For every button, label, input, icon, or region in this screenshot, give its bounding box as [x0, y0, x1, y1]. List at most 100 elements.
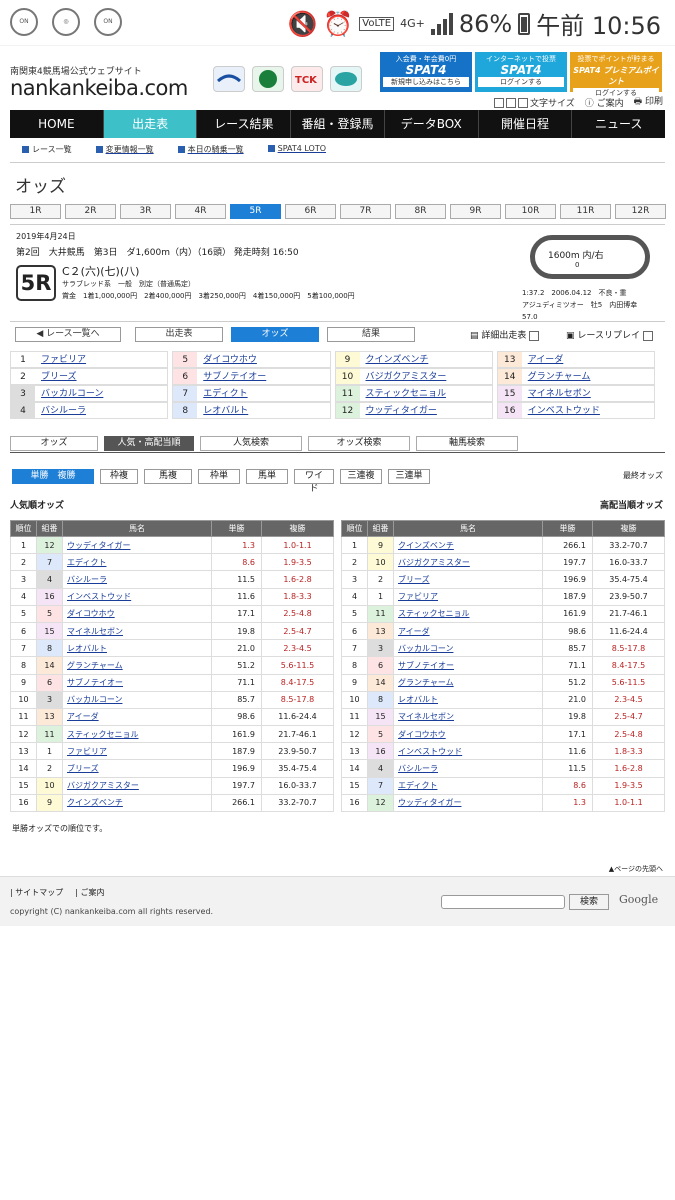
horse-name-link[interactable]: レオバルト [62, 639, 212, 658]
race-tab-11[interactable]: 11R [560, 204, 611, 219]
race-tab-8[interactable]: 8R [395, 204, 446, 219]
bet-tab-wide[interactable]: ワイド [294, 469, 334, 494]
race-tab-12[interactable]: 12R [615, 204, 666, 219]
horse-name-link[interactable]: ブリーズ [35, 369, 77, 384]
guide-link[interactable]: ⓘ ご案内 [585, 96, 624, 109]
tab-odds-search[interactable]: オッズ検索 [308, 436, 410, 451]
horse-name-link[interactable]: ウッディタイガー [360, 403, 437, 418]
font-large-icon[interactable] [517, 98, 528, 108]
horse-name-link[interactable]: ダイコウホウ [393, 725, 543, 744]
race-tab-5[interactable]: 5R [230, 204, 281, 219]
horse-name-link[interactable]: バシルーラ [393, 759, 543, 778]
horse-name-link[interactable]: バジガクアミスター [393, 553, 543, 572]
font-size-control[interactable]: 文字サイズ [493, 96, 575, 109]
odds-button[interactable]: オッズ [231, 327, 319, 342]
urawa-emblem-icon[interactable] [213, 66, 245, 92]
print-link[interactable]: 🖶 印刷 [634, 94, 663, 110]
horse-name-link[interactable]: クインズベンチ [360, 352, 429, 367]
result-button[interactable]: 結果 [327, 327, 415, 342]
bet-tab-exacta[interactable]: 馬単 [246, 469, 288, 484]
horse-name-link[interactable]: インベストウッド [62, 587, 212, 606]
bet-tab-bracket-exacta[interactable]: 枠単 [198, 469, 240, 484]
horse-name-link[interactable]: グランチャーム [62, 656, 212, 675]
horse-name-link[interactable]: ウッディタイガー [62, 535, 212, 555]
race-tab-1[interactable]: 1R [10, 204, 61, 219]
race-tab-4[interactable]: 4R [175, 204, 226, 219]
tab-popularity[interactable]: 人気・高配当順 [104, 436, 194, 451]
subnav-changes[interactable]: 変更情報一覧 [95, 144, 154, 155]
horse-name-link[interactable]: インベストウッド [522, 403, 600, 418]
horse-name-link[interactable]: ブリーズ [393, 570, 543, 589]
race-card-button[interactable]: 出走表 [135, 327, 223, 342]
horse-name-link[interactable]: アイーダ [522, 352, 564, 367]
horse-name-link[interactable]: エディクト [393, 776, 543, 795]
nav-databox[interactable]: データBOX [385, 110, 479, 138]
race-tab-3[interactable]: 3R [120, 204, 171, 219]
subnav-race-list[interactable]: レース一覧 [22, 144, 72, 155]
horse-name-link[interactable]: ファビリア [35, 352, 86, 367]
subnav-loto[interactable]: SPAT4 LOTO [267, 144, 326, 155]
horse-name-link[interactable]: スティックセニョル [393, 604, 543, 623]
nav-home[interactable]: HOME [10, 110, 104, 138]
horse-name-link[interactable]: スティックセニョル [62, 725, 212, 744]
bet-tab-bracket-quinella[interactable]: 枠複 [100, 469, 138, 484]
tck-emblem-icon[interactable]: TCK [291, 66, 323, 92]
horse-name-link[interactable]: グランチャーム [522, 369, 591, 384]
horse-name-link[interactable]: クインズベンチ [62, 793, 212, 813]
bet-tab-quinella[interactable]: 馬複 [144, 469, 192, 484]
nav-race-card[interactable]: 出走表 [103, 110, 198, 138]
kawasaki-emblem-icon[interactable] [330, 66, 362, 92]
horse-name-link[interactable]: マイネルセボン [62, 621, 212, 641]
tab-popularity-search[interactable]: 人気検索 [200, 436, 302, 451]
font-medium-icon[interactable] [505, 98, 516, 108]
page-top-link[interactable]: ▲ページの先頭へ [609, 864, 663, 874]
horse-name-link[interactable]: エディクト [197, 386, 247, 401]
horse-name-link[interactable]: マイネルセボン [393, 707, 543, 727]
horse-name-link[interactable]: ファビリア [393, 587, 543, 606]
spat4-login-banner[interactable]: インターネットで投票 SPAT4 ログインする [475, 52, 567, 92]
site-search-button[interactable]: 検索 [569, 894, 609, 910]
horse-name-link[interactable]: レオバルト [393, 690, 543, 709]
horse-name-link[interactable]: マイネルセボン [522, 386, 591, 401]
font-small-icon[interactable] [493, 98, 504, 108]
horse-name-link[interactable]: グランチャーム [393, 673, 543, 692]
horse-name-link[interactable]: バッカルコーン [35, 386, 103, 401]
bet-tab-trifecta[interactable]: 三連単 [388, 469, 430, 484]
horse-name-link[interactable]: バシルーラ [35, 403, 86, 418]
horse-name-link[interactable]: アイーダ [62, 707, 212, 727]
footer-sitemap-link[interactable]: | サイトマップ [10, 887, 63, 898]
bet-tab-win-place[interactable]: 単勝 複勝 [12, 469, 94, 484]
nav-race-results[interactable]: レース結果 [197, 110, 292, 138]
race-tab-2[interactable]: 2R [65, 204, 116, 219]
tab-odds[interactable]: オッズ [10, 436, 98, 451]
horse-name-link[interactable]: ダイコウホウ [62, 604, 212, 623]
spat4-signup-banner[interactable]: 入会費・年会費0円 SPAT4 新規申し込みはこちら [380, 52, 472, 92]
funabashi-emblem-icon[interactable] [252, 66, 284, 92]
site-search-input[interactable] [441, 895, 565, 909]
nav-programs[interactable]: 番組・登録馬 [291, 110, 385, 138]
horse-name-link[interactable]: ファビリア [62, 742, 212, 761]
race-tab-6[interactable]: 6R [285, 204, 336, 219]
horse-name-link[interactable]: サブノテイオー [393, 656, 543, 675]
tab-axis-search[interactable]: 軸馬検索 [416, 436, 518, 451]
race-tab-9[interactable]: 9R [450, 204, 501, 219]
horse-name-link[interactable]: レオバルト [197, 403, 248, 418]
horse-name-link[interactable]: サブノテイオー [197, 369, 266, 384]
subnav-jockeys[interactable]: 本日の騎乗一覧 [177, 144, 244, 155]
detail-card-link[interactable]: ▤ 詳細出走表 [470, 328, 541, 341]
race-tab-10[interactable]: 10R [505, 204, 556, 219]
horse-name-link[interactable]: ウッディタイガー [393, 793, 543, 813]
race-tab-7[interactable]: 7R [340, 204, 391, 219]
horse-name-link[interactable]: ダイコウホウ [197, 352, 257, 367]
horse-name-link[interactable]: スティックセニョル [360, 386, 446, 401]
nav-news[interactable]: ニュース [572, 110, 665, 138]
horse-name-link[interactable]: エディクト [62, 553, 212, 572]
horse-name-link[interactable]: サブノテイオー [62, 673, 212, 692]
horse-name-link[interactable]: インベストウッド [393, 742, 543, 761]
spat4-premium-banner[interactable]: 投票でポイントが貯まる SPAT4 プレミアムポイント ログインする [570, 52, 662, 98]
nav-schedule[interactable]: 開催日程 [479, 110, 573, 138]
horse-name-link[interactable]: バッカルコーン [62, 690, 212, 709]
site-logo[interactable]: nankankeiba.com [10, 76, 188, 100]
horse-name-link[interactable]: クインズベンチ [393, 535, 543, 555]
horse-name-link[interactable]: ブリーズ [62, 759, 212, 778]
